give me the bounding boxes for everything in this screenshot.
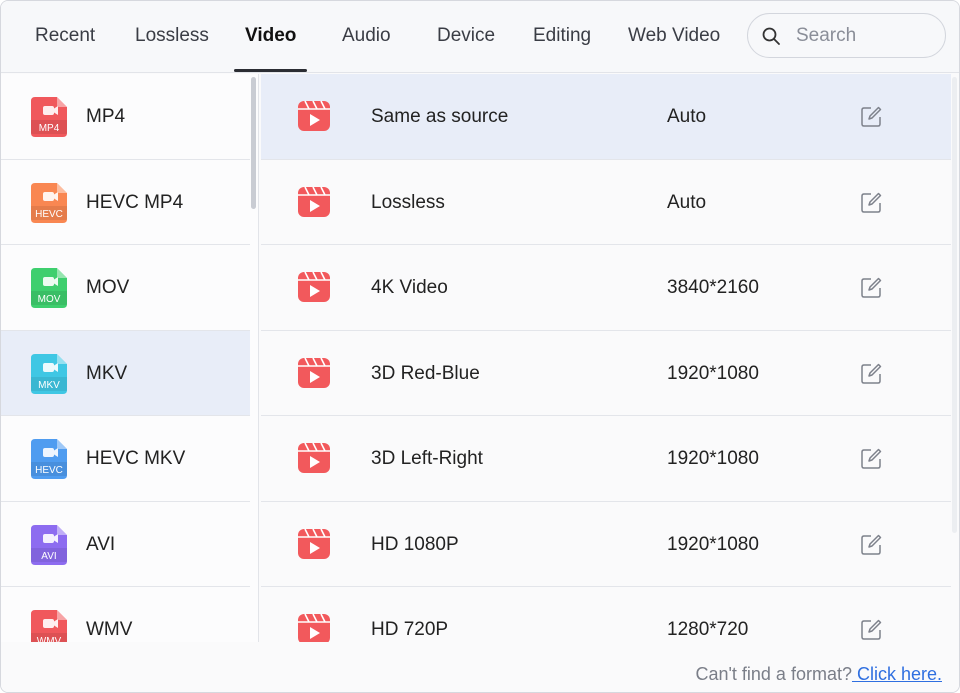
edit-icon[interactable] xyxy=(859,362,883,386)
tab-device[interactable]: Device xyxy=(437,1,495,72)
format-item[interactable]: HEVC HEVC MP4 xyxy=(1,160,250,245)
preset-resolution: Auto xyxy=(667,191,707,213)
preset-row[interactable]: 3D Left-Right 1920*1080 xyxy=(261,416,951,502)
format-item[interactable]: HEVC HEVC MKV xyxy=(1,416,250,502)
hevc-mp4-file-icon: HEVC xyxy=(31,182,67,223)
tab-video[interactable]: Video xyxy=(233,1,308,72)
search-input[interactable] xyxy=(796,22,936,50)
hevc-mkv-file-icon: HEVC xyxy=(31,439,67,479)
click-here-link[interactable]: Click here. xyxy=(852,664,942,684)
format-item[interactable]: MKV MKV xyxy=(1,330,250,416)
file-badge-text: AVI xyxy=(41,551,56,562)
preset-list: Same as source Auto Lossless Auto 4K Video 38… xyxy=(261,74,951,642)
edit-icon[interactable] xyxy=(859,105,883,129)
video-preset-icon xyxy=(298,186,330,217)
format-label: WMV xyxy=(86,619,133,640)
preset-row[interactable]: Same as source Auto xyxy=(261,74,951,160)
format-label: MOV xyxy=(86,277,130,298)
video-preset-icon xyxy=(298,100,330,131)
preset-resolution: 1920*1080 xyxy=(667,448,759,469)
format-label: HEVC MP4 xyxy=(86,191,184,213)
format-item[interactable]: AVI AVI xyxy=(1,502,250,587)
preset-resolution: Auto xyxy=(667,106,707,127)
preset-name: 3D Red-Blue xyxy=(371,362,480,384)
avi-file-icon: AVI xyxy=(31,524,67,565)
video-preset-icon xyxy=(298,613,330,642)
category-tab-bar: Recent Lossless Video Audio Device Editi… xyxy=(1,1,959,73)
preset-name: 4K Video xyxy=(371,277,448,298)
preset-resolution: 1920*1080 xyxy=(667,533,759,555)
format-item[interactable]: MOV MOV xyxy=(1,245,250,331)
format-label: MP4 xyxy=(86,106,126,127)
tab-web-video[interactable]: Web Video xyxy=(628,1,720,72)
preset-name: 3D Left-Right xyxy=(371,448,483,469)
preset-name: Lossless xyxy=(371,191,445,213)
preset-row[interactable]: 4K Video 3840*2160 xyxy=(261,245,951,331)
edit-icon[interactable] xyxy=(859,618,883,642)
search-box[interactable] xyxy=(747,13,946,58)
tab-editing[interactable]: Editing xyxy=(533,1,591,72)
edit-icon[interactable] xyxy=(859,533,883,557)
video-preset-icon xyxy=(298,357,330,388)
format-label: MKV xyxy=(86,362,128,384)
file-badge-text: HEVC xyxy=(35,465,63,476)
format-picker-window: Recent Lossless Video Audio Device Editi… xyxy=(0,0,960,693)
preset-name: HD 720P xyxy=(371,619,449,640)
format-item[interactable]: WMV WMV xyxy=(1,587,250,642)
format-list: MP4 MP4 HEVC HEVC MP4 MOV MOV MKV MKV HEVC HEVC M… xyxy=(1,74,259,642)
video-preset-icon xyxy=(298,528,330,559)
video-preset-icon xyxy=(298,442,330,473)
preset-resolution: 1280*720 xyxy=(667,619,749,640)
footer-prompt: Can't find a format? xyxy=(695,664,852,684)
file-badge-text: MOV xyxy=(38,294,61,305)
preset-row[interactable]: HD 1080P 1920*1080 xyxy=(261,501,951,587)
footer-message: Can't find a format? Click here. xyxy=(695,664,942,685)
preset-name: HD 1080P xyxy=(371,533,459,555)
video-preset-icon xyxy=(298,271,330,302)
mkv-file-icon: MKV xyxy=(31,353,67,394)
mp4-file-icon: MP4 xyxy=(31,97,67,137)
edit-icon[interactable] xyxy=(859,191,883,215)
tab-recent[interactable]: Recent xyxy=(35,1,95,72)
tab-audio[interactable]: Audio xyxy=(342,1,391,72)
file-badge-text: MKV xyxy=(38,380,60,391)
preset-resolution: 3840*2160 xyxy=(667,277,759,298)
format-item[interactable]: MP4 MP4 xyxy=(1,74,250,160)
preset-resolution: 1920*1080 xyxy=(667,362,759,384)
edit-icon[interactable] xyxy=(859,276,883,300)
mov-file-icon: MOV xyxy=(31,268,67,308)
footer: Can't find a format? Click here. xyxy=(1,642,959,692)
preset-row[interactable]: Lossless Auto xyxy=(261,159,951,245)
file-badge-text: MP4 xyxy=(39,123,60,134)
file-badge-text: HEVC xyxy=(35,209,63,220)
preset-row[interactable]: 3D Red-Blue 1920*1080 xyxy=(261,330,951,416)
preset-list-scrollbar[interactable] xyxy=(952,77,957,533)
preset-row[interactable]: HD 720P 1280*720 xyxy=(261,587,951,642)
format-list-scrollbar[interactable] xyxy=(251,77,256,209)
edit-icon[interactable] xyxy=(859,447,883,471)
tab-lossless[interactable]: Lossless xyxy=(135,1,209,72)
wmv-file-icon: WMV xyxy=(31,610,67,642)
search-icon xyxy=(762,27,780,45)
preset-name: Same as source xyxy=(371,106,509,127)
format-label: AVI xyxy=(86,533,116,555)
format-label: HEVC MKV xyxy=(86,448,186,469)
